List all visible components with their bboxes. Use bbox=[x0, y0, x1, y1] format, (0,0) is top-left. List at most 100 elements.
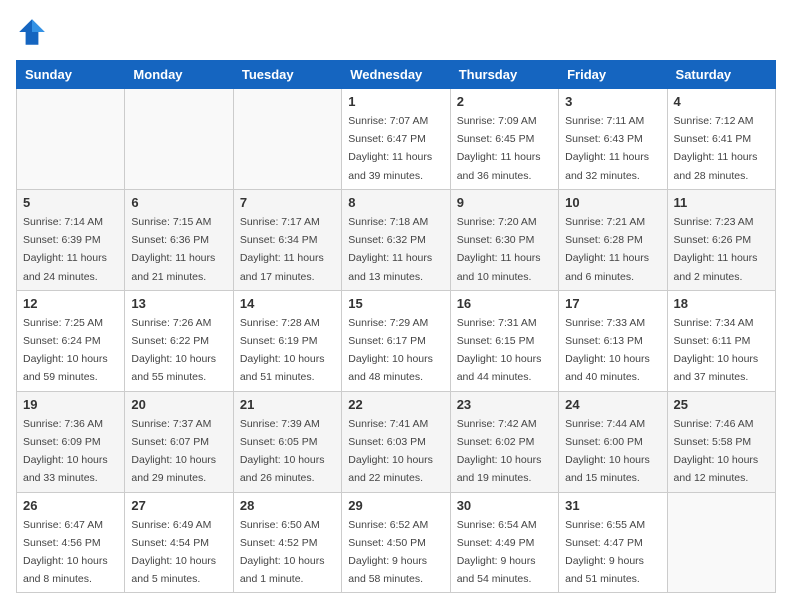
day-info: Sunrise: 7:42 AMSunset: 6:02 PMDaylight:… bbox=[457, 418, 542, 485]
weekday-header-tuesday: Tuesday bbox=[233, 61, 341, 89]
day-info: Sunrise: 7:15 AMSunset: 6:36 PMDaylight:… bbox=[131, 216, 215, 283]
calendar-cell: 22 Sunrise: 7:41 AMSunset: 6:03 PMDaylig… bbox=[342, 391, 450, 492]
day-info: Sunrise: 7:07 AMSunset: 6:47 PMDaylight:… bbox=[348, 115, 432, 182]
day-info: Sunrise: 6:52 AMSunset: 4:50 PMDaylight:… bbox=[348, 519, 428, 586]
calendar-week-row: 19 Sunrise: 7:36 AMSunset: 6:09 PMDaylig… bbox=[17, 391, 776, 492]
day-number: 24 bbox=[565, 397, 660, 412]
day-info: Sunrise: 6:55 AMSunset: 4:47 PMDaylight:… bbox=[565, 519, 645, 586]
day-number: 31 bbox=[565, 498, 660, 513]
weekday-header-saturday: Saturday bbox=[667, 61, 775, 89]
day-number: 19 bbox=[23, 397, 118, 412]
day-number: 10 bbox=[565, 195, 660, 210]
calendar-cell: 29 Sunrise: 6:52 AMSunset: 4:50 PMDaylig… bbox=[342, 492, 450, 593]
day-info: Sunrise: 7:14 AMSunset: 6:39 PMDaylight:… bbox=[23, 216, 107, 283]
weekday-header-thursday: Thursday bbox=[450, 61, 558, 89]
calendar-cell: 16 Sunrise: 7:31 AMSunset: 6:15 PMDaylig… bbox=[450, 290, 558, 391]
day-info: Sunrise: 7:46 AMSunset: 5:58 PMDaylight:… bbox=[674, 418, 759, 485]
day-info: Sunrise: 6:54 AMSunset: 4:49 PMDaylight:… bbox=[457, 519, 537, 586]
calendar-cell: 26 Sunrise: 6:47 AMSunset: 4:56 PMDaylig… bbox=[17, 492, 125, 593]
day-info: Sunrise: 7:44 AMSunset: 6:00 PMDaylight:… bbox=[565, 418, 650, 485]
day-info: Sunrise: 7:41 AMSunset: 6:03 PMDaylight:… bbox=[348, 418, 433, 485]
day-number: 11 bbox=[674, 195, 769, 210]
calendar-cell: 25 Sunrise: 7:46 AMSunset: 5:58 PMDaylig… bbox=[667, 391, 775, 492]
day-number: 7 bbox=[240, 195, 335, 210]
day-number: 23 bbox=[457, 397, 552, 412]
calendar-cell: 5 Sunrise: 7:14 AMSunset: 6:39 PMDayligh… bbox=[17, 189, 125, 290]
day-number: 25 bbox=[674, 397, 769, 412]
day-number: 29 bbox=[348, 498, 443, 513]
day-number: 2 bbox=[457, 94, 552, 109]
day-info: Sunrise: 7:29 AMSunset: 6:17 PMDaylight:… bbox=[348, 317, 433, 384]
day-info: Sunrise: 7:25 AMSunset: 6:24 PMDaylight:… bbox=[23, 317, 108, 384]
day-number: 18 bbox=[674, 296, 769, 311]
calendar-cell: 20 Sunrise: 7:37 AMSunset: 6:07 PMDaylig… bbox=[125, 391, 233, 492]
day-info: Sunrise: 7:34 AMSunset: 6:11 PMDaylight:… bbox=[674, 317, 759, 384]
day-info: Sunrise: 7:20 AMSunset: 6:30 PMDaylight:… bbox=[457, 216, 541, 283]
calendar-week-row: 1 Sunrise: 7:07 AMSunset: 6:47 PMDayligh… bbox=[17, 89, 776, 190]
day-info: Sunrise: 6:47 AMSunset: 4:56 PMDaylight:… bbox=[23, 519, 108, 586]
weekday-header-sunday: Sunday bbox=[17, 61, 125, 89]
calendar-cell: 30 Sunrise: 6:54 AMSunset: 4:49 PMDaylig… bbox=[450, 492, 558, 593]
day-number: 4 bbox=[674, 94, 769, 109]
day-number: 9 bbox=[457, 195, 552, 210]
day-number: 21 bbox=[240, 397, 335, 412]
calendar-cell: 9 Sunrise: 7:20 AMSunset: 6:30 PMDayligh… bbox=[450, 189, 558, 290]
calendar-cell: 11 Sunrise: 7:23 AMSunset: 6:26 PMDaylig… bbox=[667, 189, 775, 290]
calendar-week-row: 5 Sunrise: 7:14 AMSunset: 6:39 PMDayligh… bbox=[17, 189, 776, 290]
day-info: Sunrise: 7:36 AMSunset: 6:09 PMDaylight:… bbox=[23, 418, 108, 485]
calendar-cell: 28 Sunrise: 6:50 AMSunset: 4:52 PMDaylig… bbox=[233, 492, 341, 593]
calendar-cell: 3 Sunrise: 7:11 AMSunset: 6:43 PMDayligh… bbox=[559, 89, 667, 190]
calendar-cell: 2 Sunrise: 7:09 AMSunset: 6:45 PMDayligh… bbox=[450, 89, 558, 190]
calendar-week-row: 26 Sunrise: 6:47 AMSunset: 4:56 PMDaylig… bbox=[17, 492, 776, 593]
calendar-cell: 7 Sunrise: 7:17 AMSunset: 6:34 PMDayligh… bbox=[233, 189, 341, 290]
day-number: 13 bbox=[131, 296, 226, 311]
calendar-cell: 6 Sunrise: 7:15 AMSunset: 6:36 PMDayligh… bbox=[125, 189, 233, 290]
day-info: Sunrise: 7:11 AMSunset: 6:43 PMDaylight:… bbox=[565, 115, 649, 182]
day-number: 14 bbox=[240, 296, 335, 311]
day-number: 3 bbox=[565, 94, 660, 109]
calendar-cell: 27 Sunrise: 6:49 AMSunset: 4:54 PMDaylig… bbox=[125, 492, 233, 593]
calendar-cell: 31 Sunrise: 6:55 AMSunset: 4:47 PMDaylig… bbox=[559, 492, 667, 593]
calendar-cell: 15 Sunrise: 7:29 AMSunset: 6:17 PMDaylig… bbox=[342, 290, 450, 391]
day-info: Sunrise: 7:09 AMSunset: 6:45 PMDaylight:… bbox=[457, 115, 541, 182]
calendar-cell: 23 Sunrise: 7:42 AMSunset: 6:02 PMDaylig… bbox=[450, 391, 558, 492]
calendar-cell: 21 Sunrise: 7:39 AMSunset: 6:05 PMDaylig… bbox=[233, 391, 341, 492]
day-info: Sunrise: 7:23 AMSunset: 6:26 PMDaylight:… bbox=[674, 216, 758, 283]
day-number: 22 bbox=[348, 397, 443, 412]
day-info: Sunrise: 7:12 AMSunset: 6:41 PMDaylight:… bbox=[674, 115, 758, 182]
calendar-cell: 8 Sunrise: 7:18 AMSunset: 6:32 PMDayligh… bbox=[342, 189, 450, 290]
logo bbox=[16, 16, 52, 48]
day-info: Sunrise: 6:49 AMSunset: 4:54 PMDaylight:… bbox=[131, 519, 216, 586]
day-number: 30 bbox=[457, 498, 552, 513]
day-info: Sunrise: 7:37 AMSunset: 6:07 PMDaylight:… bbox=[131, 418, 216, 485]
calendar-cell: 13 Sunrise: 7:26 AMSunset: 6:22 PMDaylig… bbox=[125, 290, 233, 391]
day-number: 28 bbox=[240, 498, 335, 513]
calendar-week-row: 12 Sunrise: 7:25 AMSunset: 6:24 PMDaylig… bbox=[17, 290, 776, 391]
day-number: 26 bbox=[23, 498, 118, 513]
calendar-cell: 17 Sunrise: 7:33 AMSunset: 6:13 PMDaylig… bbox=[559, 290, 667, 391]
day-number: 16 bbox=[457, 296, 552, 311]
day-info: Sunrise: 7:21 AMSunset: 6:28 PMDaylight:… bbox=[565, 216, 649, 283]
weekday-header-monday: Monday bbox=[125, 61, 233, 89]
calendar-cell: 12 Sunrise: 7:25 AMSunset: 6:24 PMDaylig… bbox=[17, 290, 125, 391]
calendar-cell bbox=[125, 89, 233, 190]
calendar-cell: 10 Sunrise: 7:21 AMSunset: 6:28 PMDaylig… bbox=[559, 189, 667, 290]
day-number: 20 bbox=[131, 397, 226, 412]
calendar-cell: 18 Sunrise: 7:34 AMSunset: 6:11 PMDaylig… bbox=[667, 290, 775, 391]
calendar-cell bbox=[233, 89, 341, 190]
day-info: Sunrise: 7:28 AMSunset: 6:19 PMDaylight:… bbox=[240, 317, 325, 384]
calendar-cell: 19 Sunrise: 7:36 AMSunset: 6:09 PMDaylig… bbox=[17, 391, 125, 492]
day-number: 15 bbox=[348, 296, 443, 311]
day-number: 8 bbox=[348, 195, 443, 210]
day-info: Sunrise: 7:33 AMSunset: 6:13 PMDaylight:… bbox=[565, 317, 650, 384]
weekday-header-friday: Friday bbox=[559, 61, 667, 89]
calendar-cell: 1 Sunrise: 7:07 AMSunset: 6:47 PMDayligh… bbox=[342, 89, 450, 190]
day-number: 27 bbox=[131, 498, 226, 513]
calendar-cell bbox=[667, 492, 775, 593]
calendar-table: SundayMondayTuesdayWednesdayThursdayFrid… bbox=[16, 60, 776, 593]
day-info: Sunrise: 7:31 AMSunset: 6:15 PMDaylight:… bbox=[457, 317, 542, 384]
day-info: Sunrise: 6:50 AMSunset: 4:52 PMDaylight:… bbox=[240, 519, 325, 586]
calendar-cell: 4 Sunrise: 7:12 AMSunset: 6:41 PMDayligh… bbox=[667, 89, 775, 190]
day-info: Sunrise: 7:39 AMSunset: 6:05 PMDaylight:… bbox=[240, 418, 325, 485]
day-number: 17 bbox=[565, 296, 660, 311]
